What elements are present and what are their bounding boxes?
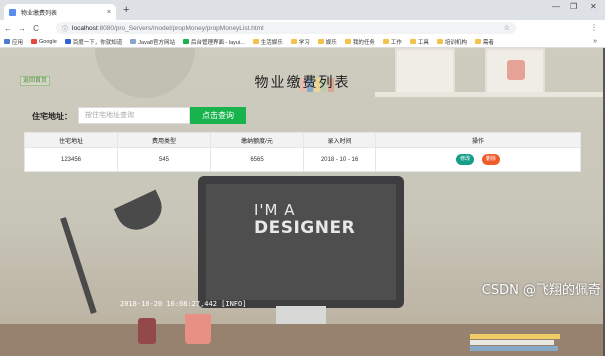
bookmark-item[interactable]: 学习 (290, 38, 310, 46)
bookmark-label: 后台管理界面 - layui... (190, 39, 245, 46)
bookmark-label: 娱乐 (325, 39, 337, 46)
bookmark-label: 需者 (482, 39, 494, 46)
folder-icon (382, 39, 389, 44)
cell-actions: 修改 删除 (375, 147, 581, 172)
browser-tab[interactable]: 物业缴费列表 × (4, 4, 116, 20)
bookmark-site-icon (4, 39, 10, 44)
reload-icon[interactable]: C (30, 24, 42, 33)
folder-icon (474, 39, 481, 44)
browser-menu-icon[interactable]: ⋮ (588, 23, 600, 32)
bookmark-label: Java8官方网站 (138, 39, 175, 46)
payment-table: 住宅地址 费用类型 缴纳额度/元 录入时间 操作 123456 545 6565… (24, 132, 581, 172)
bookmark-item[interactable]: 生活娱乐 (252, 38, 283, 46)
cell-fee-type: 545 (117, 147, 211, 172)
bookmark-item[interactable]: 需者 (474, 38, 494, 46)
bookmark-item[interactable]: 娱乐 (317, 38, 337, 46)
site-info-icon[interactable]: ⓘ (62, 24, 68, 33)
bookmark-star-icon[interactable]: ☆ (504, 24, 510, 32)
browser-toolbar: ← → C ⓘ localhost :8080/pro_Servers/mode… (0, 20, 605, 52)
search-button[interactable]: 点击查询 (190, 107, 246, 124)
folder-icon (409, 39, 416, 44)
address-search-input[interactable] (78, 107, 190, 124)
console-log-line: 2018-10-20 16:08:27,442 [INFO] (120, 300, 247, 308)
folder-icon (290, 39, 297, 44)
bookmark-site-icon (31, 39, 38, 44)
table-header-row: 住宅地址 费用类型 缴纳额度/元 录入时间 操作 (24, 132, 581, 148)
address-bar[interactable]: ⓘ localhost :8080/pro_Servers/model/prop… (56, 22, 516, 34)
close-window-icon[interactable]: ✕ (590, 2, 597, 11)
bookmark-site-icon (64, 39, 71, 44)
table-row: 123456 545 6565 2018 - 10 - 16 修改 删除 (24, 147, 581, 172)
bookmark-label: 学习 (298, 39, 310, 46)
bookmarks-overflow-icon[interactable]: » (593, 38, 597, 45)
bookmark-label: 工具 (417, 39, 429, 46)
edit-button[interactable]: 修改 (456, 154, 475, 165)
url-host: localhost (72, 24, 98, 32)
back-arrow-icon[interactable]: ← (2, 24, 14, 33)
cell-address: 123456 (24, 147, 118, 172)
bookmark-item[interactable]: Google (31, 39, 57, 45)
bookmark-label: 培训机构 (444, 39, 467, 46)
bookmark-site-icon (182, 39, 189, 44)
delete-button[interactable]: 删除 (481, 154, 500, 165)
forward-arrow-icon[interactable]: → (16, 24, 28, 33)
bookmark-item[interactable]: 我的任务 (344, 38, 375, 46)
bookmark-label: 百度一下，你就知道 (72, 39, 123, 46)
tab-close-icon[interactable]: × (107, 9, 111, 16)
folder-icon (317, 39, 324, 44)
folder-icon (344, 39, 351, 44)
page-content: I'M A DESIGNER 返回首页 物业缴费列表 住宅地址： 点击查询 住宅… (0, 48, 605, 356)
column-header-amount: 缴纳额度/元 (210, 132, 304, 148)
browser-tab-bar: 物业缴费列表 × + — ❐ ✕ (0, 0, 605, 20)
address-search-label: 住宅地址： (32, 112, 72, 121)
column-header-fee-type: 费用类型 (117, 132, 211, 148)
url-path: :8080/pro_Servers/model/propMoney/propMo… (97, 24, 264, 32)
bookmark-item[interactable]: 培训机构 (436, 38, 467, 46)
bookmark-item[interactable]: 工具 (409, 38, 429, 46)
bookmark-item[interactable]: 后台管理界面 - layui... (182, 38, 245, 46)
new-tab-button[interactable]: + (123, 4, 129, 16)
bookmark-label: 生活娱乐 (260, 39, 283, 46)
bookmark-label: 我的任务 (352, 39, 375, 46)
bookmark-item[interactable]: Java8官方网站 (130, 38, 175, 46)
column-header-time: 录入时间 (303, 132, 376, 148)
page-favicon-icon (9, 8, 16, 16)
bookmark-item[interactable]: 应用 (4, 38, 23, 46)
bookmark-site-icon (130, 39, 137, 44)
folder-icon (436, 39, 443, 44)
minimize-icon[interactable]: — (552, 2, 560, 11)
bookmark-label: Google (39, 38, 57, 45)
tab-title: 物业缴费列表 (21, 10, 58, 17)
column-header-actions: 操作 (375, 132, 581, 148)
bookmarks-bar: 应用 Google 百度一下，你就知道 Java8官方网站 后台管理界面 - layui… (0, 36, 605, 48)
column-header-address: 住宅地址 (24, 132, 118, 148)
bookmark-item[interactable]: 工作 (382, 38, 402, 46)
cell-amount: 6565 (210, 147, 304, 172)
restore-icon[interactable]: ❐ (570, 2, 577, 11)
cell-time: 2018 - 10 - 16 (303, 147, 376, 172)
folder-icon (252, 39, 259, 44)
bookmark-label: 工作 (390, 39, 402, 46)
bookmark-label: 应用 (12, 39, 24, 46)
page-title: 物业缴费列表 (254, 75, 351, 91)
bookmark-item[interactable]: 百度一下，你就知道 (64, 38, 123, 46)
csdn-watermark: CSDN @飞翔的佩奇 (481, 283, 601, 298)
